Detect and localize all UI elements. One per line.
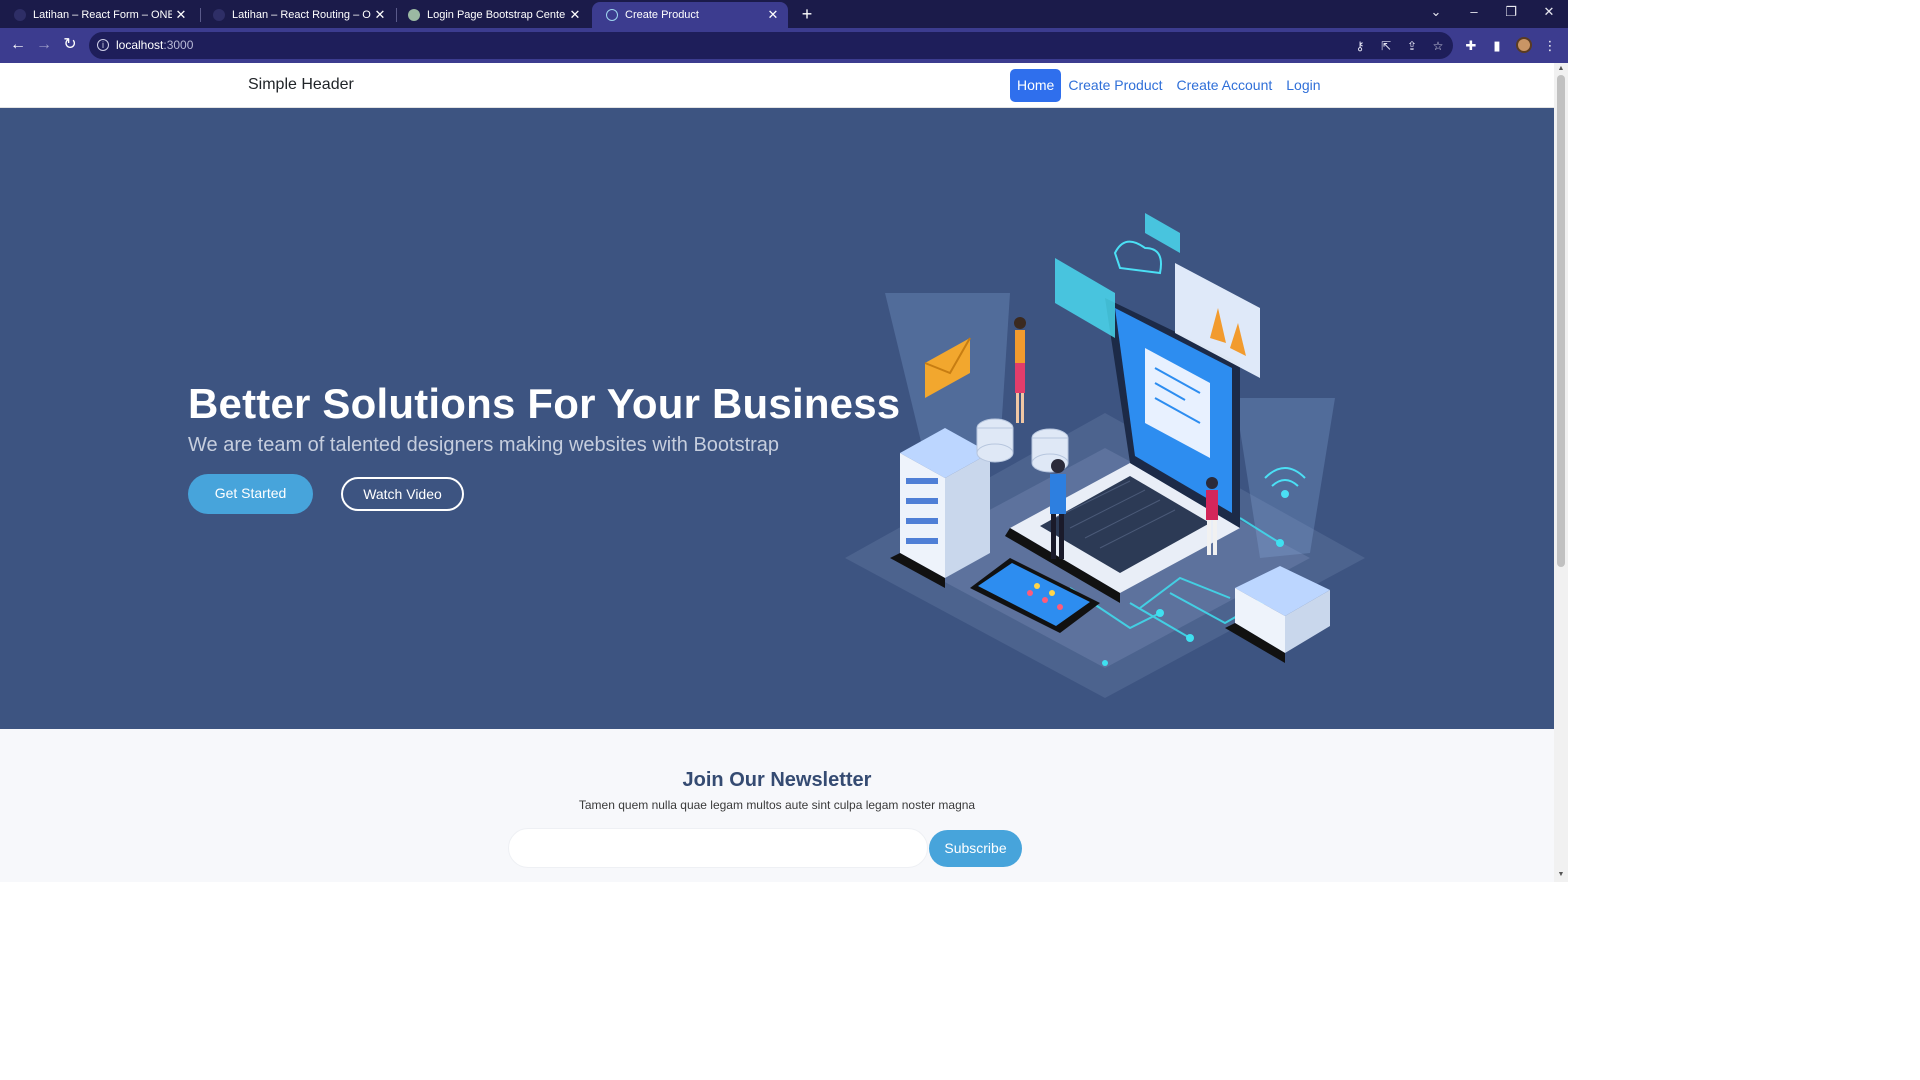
tab-close-icon[interactable]: ✕ [172,7,190,23]
newsletter-email-input[interactable] [508,828,928,868]
back-arrow-icon[interactable]: ← [7,35,29,57]
hero-subtitle: We are team of talented designers making… [188,434,780,456]
url-host: localhost [116,38,164,52]
side-panel-icon[interactable]: ▮ [1487,36,1507,56]
isometric-laptop-illustration [845,213,1365,698]
nav-home[interactable]: Home [1010,69,1062,102]
restore-button[interactable]: ❐ [1493,0,1529,28]
tab-title: Login Page Bootstrap Center [427,9,566,21]
tab-search-icon[interactable]: ⌄ [1418,0,1454,28]
menu-dots-icon[interactable]: ⋮ [1540,36,1560,56]
profile-avatar[interactable] [1516,37,1532,53]
key-icon[interactable]: ⚷ [1352,38,1368,54]
tab-title: Latihan – React Form – ONE by A [33,9,172,21]
newsletter-description: Tamen quem nulla quae legam multos aute … [578,798,976,812]
browser-tab-react-form[interactable]: Latihan – React Form – ONE by A ✕ [0,2,196,28]
nav-create-product[interactable]: Create Product [1061,69,1169,102]
browser-toolbar: ← → ↻ i localhost:3000 ⚷ ⇱ ⇪ ☆ ✚ ▮ ⋮ [0,28,1568,63]
url-port: :3000 [163,38,194,52]
minimize-button[interactable]: – [1456,0,1492,28]
scroll-down-arrow-icon[interactable]: ▼ [1557,871,1565,879]
hero-title: Better Solutions For Your Business [188,380,901,427]
address-bar[interactable]: i localhost:3000 ⚷ ⇱ ⇪ ☆ [89,32,1453,59]
tab-close-icon[interactable]: ✕ [764,7,782,23]
page-scrollbar[interactable]: ▲ ▼ [1554,63,1568,882]
subscribe-button[interactable]: Subscribe [929,830,1022,867]
nav-create-account[interactable]: Create Account [1170,69,1280,102]
tab-title: Latihan – React Routing – ONE b [232,9,371,21]
tab-favicon-icon [14,9,26,21]
browser-tab-strip: Latihan – React Form – ONE by A ✕ Latiha… [0,0,1568,28]
hero-section: Better Solutions For Your Business We ar… [0,108,1554,729]
site-header: Simple Header Home Create Product Create… [0,63,1554,108]
tab-close-icon[interactable]: ✕ [566,7,584,23]
tab-favicon-icon [408,9,420,21]
forward-arrow-icon[interactable]: → [33,35,55,57]
bookmark-star-icon[interactable]: ☆ [1430,38,1446,54]
extensions-puzzle-icon[interactable]: ✚ [1461,36,1481,56]
brand-title[interactable]: Simple Header [248,76,354,94]
share-icon[interactable]: ⇪ [1404,38,1420,54]
scroll-up-arrow-icon[interactable]: ▲ [1557,65,1565,73]
reload-icon[interactable]: ↻ [59,35,81,57]
tab-title: Create Product [625,9,699,21]
get-started-button[interactable]: Get Started [188,474,313,514]
browser-tab-create-product[interactable]: Create Product ✕ [592,2,788,28]
watch-video-button[interactable]: Watch Video [341,477,464,511]
page-viewport: Simple Header Home Create Product Create… [0,63,1554,882]
newsletter-title: Join Our Newsletter [682,769,872,791]
nav-login[interactable]: Login [1279,69,1327,102]
browser-tab-react-routing[interactable]: Latihan – React Routing – ONE b ✕ [199,2,395,28]
tab-close-icon[interactable]: ✕ [371,7,389,23]
scrollbar-thumb[interactable] [1557,75,1565,567]
close-window-button[interactable]: ✕ [1531,0,1567,28]
react-logo-icon [606,9,618,21]
url-text: localhost:3000 [116,38,193,52]
tab-favicon-icon [213,9,225,21]
main-nav: Home Create Product Create Account Login [1010,69,1328,102]
open-external-icon[interactable]: ⇱ [1378,38,1394,54]
newsletter-section: Join Our Newsletter Tamen quem nulla qua… [0,729,1554,882]
site-info-icon[interactable]: i [97,39,109,51]
new-tab-button[interactable]: + [797,3,817,25]
browser-tab-login-page[interactable]: Login Page Bootstrap Center ✕ [394,2,590,28]
